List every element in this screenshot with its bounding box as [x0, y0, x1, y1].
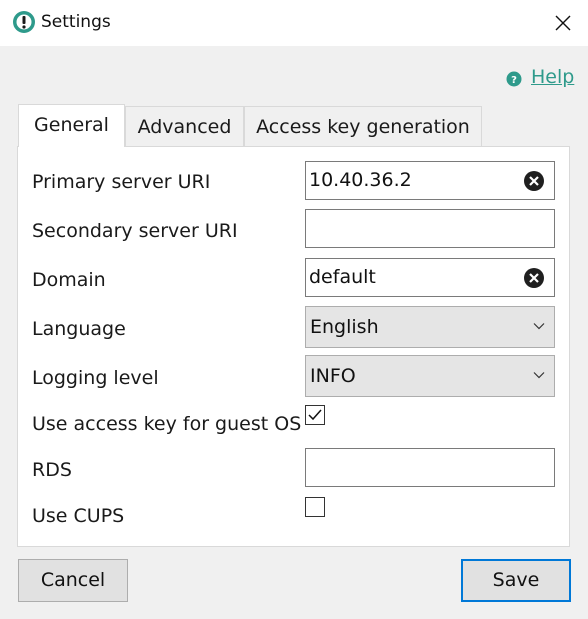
clear-icon[interactable] — [523, 267, 545, 289]
cancel-button[interactable]: Cancel — [18, 559, 128, 602]
title-bar: Settings — [0, 0, 588, 46]
rds-input[interactable] — [305, 448, 555, 487]
save-button[interactable]: Save — [461, 559, 571, 602]
use-access-key-checkbox[interactable] — [305, 405, 325, 425]
help-link[interactable]: Help — [531, 66, 574, 88]
use-access-key-label: Use access key for guest OS — [32, 413, 302, 435]
tab-general[interactable]: General — [18, 104, 125, 147]
tab-access-key-generation-label: Access key generation — [256, 116, 470, 138]
checkmark-icon — [308, 409, 322, 421]
language-label: Language — [32, 318, 126, 340]
tab-advanced[interactable]: Advanced — [125, 106, 244, 146]
tab-advanced-label: Advanced — [137, 116, 232, 138]
primary-server-uri-label: Primary server URI — [32, 171, 211, 193]
window-title: Settings — [41, 12, 111, 32]
secondary-server-uri-label: Secondary server URI — [32, 220, 238, 242]
clear-icon[interactable] — [523, 170, 545, 192]
domain-label: Domain — [32, 269, 106, 291]
tab-access-key-generation[interactable]: Access key generation — [244, 106, 482, 146]
language-value: English — [310, 316, 379, 338]
domain-input[interactable]: default — [305, 258, 555, 297]
chevron-down-icon — [533, 372, 545, 379]
logging-level-value: INFO — [310, 365, 356, 387]
use-cups-checkbox[interactable] — [305, 497, 325, 517]
chevron-down-icon — [533, 323, 545, 330]
rds-label: RDS — [32, 459, 72, 481]
save-button-label: Save — [492, 569, 540, 591]
primary-server-uri-value: 10.40.36.2 — [309, 169, 412, 191]
domain-value: default — [309, 266, 376, 288]
use-cups-label: Use CUPS — [32, 505, 125, 527]
logging-level-label: Logging level — [32, 367, 159, 389]
primary-server-uri-input[interactable]: 10.40.36.2 — [305, 161, 555, 200]
svg-text:?: ? — [511, 75, 517, 86]
question-circle-icon: ? — [506, 71, 522, 87]
language-select[interactable]: English — [305, 306, 555, 348]
logging-level-select[interactable]: INFO — [305, 355, 555, 397]
tab-general-label: General — [34, 114, 109, 136]
exclamation-circle-icon — [13, 11, 35, 33]
cancel-button-label: Cancel — [40, 569, 106, 591]
close-icon[interactable] — [552, 12, 574, 34]
secondary-server-uri-input[interactable] — [305, 209, 555, 248]
